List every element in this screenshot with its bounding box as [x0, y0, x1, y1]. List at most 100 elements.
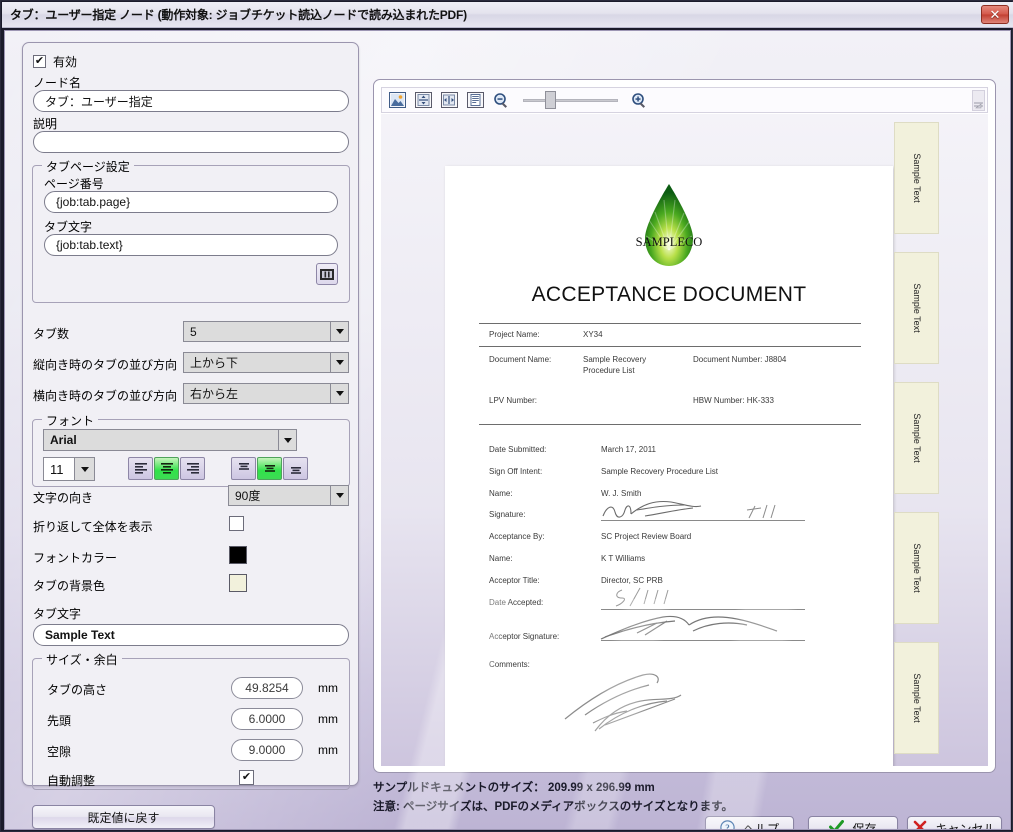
pdf-label: Acceptor Signature:: [489, 632, 560, 641]
align-bottom-button[interactable]: [283, 457, 308, 480]
portrait-order-label: 縦向き時のタブの並び方向: [33, 358, 178, 372]
acceptor-signature-mark: [600, 615, 778, 640]
font-size-input[interactable]: 11: [43, 457, 95, 481]
insert-variable-icon[interactable]: [316, 263, 338, 285]
description-input[interactable]: [33, 131, 349, 153]
gap-input[interactable]: 9.0000: [231, 739, 303, 761]
svg-text:?: ?: [725, 823, 730, 831]
gap-unit: mm: [318, 743, 338, 757]
font-group-title: フォント: [42, 412, 99, 429]
tab-preview-1: Sample Text: [894, 122, 939, 234]
chevron-down-icon[interactable]: [330, 353, 348, 372]
landscape-order-select[interactable]: 右から左: [183, 383, 349, 404]
fit-height-icon[interactable]: [413, 90, 434, 111]
tab-text-label: タブ文字: [44, 220, 93, 234]
dialog-window: タブ：ユーザー指定 ノード (動作対象: ジョブチケット読込ノードで読み込まれた…: [0, 0, 1013, 832]
align-top-button[interactable]: [231, 457, 256, 480]
preview-toolbar: [381, 87, 988, 113]
tab-preview-label: Sample Text: [911, 153, 922, 203]
check-icon: [829, 820, 845, 829]
enabled-checkbox[interactable]: ✔: [33, 55, 46, 68]
save-button[interactable]: 保存: [808, 816, 898, 830]
chevron-down-icon[interactable]: [74, 458, 94, 480]
date-mark: [615, 587, 669, 607]
node-name-label: ノード名: [33, 76, 82, 90]
tab-preview-2: Sample Text: [894, 252, 939, 364]
page-number-label: ページ番号: [44, 177, 104, 191]
align-center-button[interactable]: [154, 457, 179, 480]
size-margin-group-title: サイズ・余白: [42, 651, 122, 668]
tab-bg-color-swatch[interactable]: [229, 574, 247, 592]
tab-preview-label: Sample Text: [911, 543, 922, 593]
chevron-down-icon[interactable]: [330, 486, 348, 505]
enabled-checkbox-row[interactable]: ✔ 有効: [33, 53, 77, 70]
zoom-out-icon[interactable]: [491, 90, 512, 111]
gap-label: 空隙: [47, 745, 72, 759]
font-family-select[interactable]: Arial: [43, 429, 297, 451]
restore-defaults-button[interactable]: 既定値に戻す: [32, 805, 215, 829]
tab-text2-input[interactable]: Sample Text: [33, 624, 349, 646]
pdf-label: Sign Off Intent:: [489, 467, 543, 476]
close-x-icon: [913, 820, 927, 829]
wrap-label: 折り返して全体を表示: [33, 520, 153, 534]
window-title: タブ：ユーザー指定 ノード (動作対象: ジョブチケット読込ノードで読み込まれた…: [10, 8, 467, 22]
enabled-label: 有効: [53, 55, 78, 69]
align-right-button[interactable]: [180, 457, 205, 480]
tab-count-value: 5: [190, 324, 197, 339]
zoom-slider[interactable]: [523, 90, 618, 110]
help-label: ヘルプ: [742, 822, 779, 830]
chevron-down-icon[interactable]: [330, 384, 348, 403]
tab-text-input[interactable]: {job:tab.text}: [44, 234, 338, 256]
pdf-value: SC Project Review Board: [601, 532, 692, 541]
page-number-input[interactable]: {job:tab.page}: [44, 191, 338, 213]
landscape-order-label: 横向き時のタブの並び方向: [33, 389, 178, 403]
pdf-label: Date Submitted:: [489, 445, 547, 454]
tab-height-unit: mm: [318, 681, 338, 695]
pdf-label: Name:: [489, 554, 513, 563]
tab-count-select[interactable]: 5: [183, 321, 349, 342]
help-button[interactable]: ? ヘルプ: [705, 816, 794, 831]
tab-height-input[interactable]: 49.8254: [231, 677, 303, 699]
restore-defaults-label: 既定値に戻す: [87, 810, 160, 825]
font-color-swatch[interactable]: [229, 546, 247, 564]
align-middle-button[interactable]: [257, 457, 282, 480]
auto-adjust-checkbox[interactable]: ✔: [239, 770, 254, 785]
fit-width-icon[interactable]: [439, 90, 460, 111]
save-label: 保存: [852, 822, 877, 830]
font-size-value: 11: [50, 461, 64, 477]
chevron-down-icon[interactable]: [330, 322, 348, 341]
pdf-document-title: ACCEPTANCE DOCUMENT: [531, 283, 807, 306]
tab-bg-color-label: タブの背景色: [33, 579, 106, 593]
toolbar-overflow-button[interactable]: [972, 90, 985, 111]
pdf-value: K T Williams: [601, 554, 646, 563]
tab-preview-label: Sample Text: [911, 283, 922, 333]
wrap-checkbox[interactable]: ✔: [229, 516, 244, 531]
cancel-button[interactable]: キャンセル: [907, 816, 1002, 829]
settings-panel: ✔ 有効 ノード名 タブ：ユーザー指定 説明 タブページ設定 ページ番号 {jo…: [22, 42, 359, 829]
horizontal-align-group: [128, 457, 206, 480]
divider: [479, 323, 861, 324]
zoom-slider-thumb[interactable]: [545, 91, 556, 109]
vertical-align-group: [231, 457, 309, 480]
tab-preview-label: Sample Text: [911, 673, 922, 723]
preview-canvas[interactable]: SAMPLECO ACCEPTANCE DOCUMENT Project Nam…: [381, 114, 988, 766]
portrait-order-select[interactable]: 上から下: [183, 352, 349, 373]
pdf-label: Name:: [489, 489, 513, 498]
node-name-input[interactable]: タブ：ユーザー指定: [33, 90, 349, 112]
tab-text2-label: タブ文字: [33, 607, 82, 621]
chevron-down-icon[interactable]: [278, 430, 296, 450]
doc-size-status: サンプルドキュメントのサイズ： 209.99 x 296.99 mm: [373, 782, 655, 794]
zoom-in-icon[interactable]: [629, 90, 650, 111]
portrait-order-value: 上から下: [190, 356, 239, 370]
text-direction-select[interactable]: 90度: [228, 485, 349, 506]
page-view-icon[interactable]: [465, 90, 486, 111]
font-color-label: フォントカラー: [33, 551, 118, 565]
company-logo: SAMPLECO: [631, 180, 707, 276]
text-direction-label: 文字の向き: [33, 491, 94, 505]
align-left-button[interactable]: [128, 457, 153, 480]
close-icon[interactable]: ✕: [981, 5, 1009, 24]
head-input[interactable]: 6.0000: [231, 708, 303, 730]
fit-image-icon[interactable]: [387, 90, 408, 111]
tab-preview-5: Sample Text: [894, 642, 939, 754]
pdf-label: Comments:: [489, 660, 530, 669]
